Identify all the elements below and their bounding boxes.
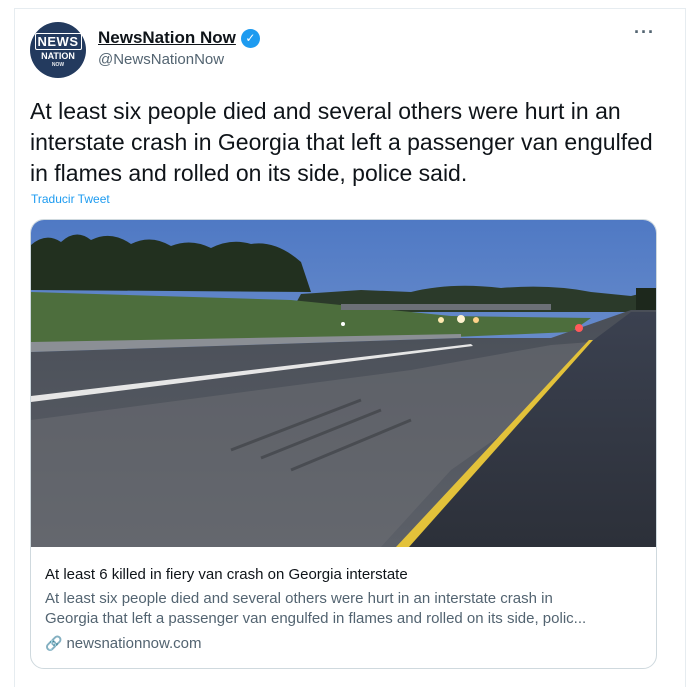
avatar-text-news: NEWS [34,32,82,50]
card-description-line: At least six people died and several oth… [45,590,553,607]
card-title[interactable]: At least 6 killed in fiery van crash on … [45,566,408,583]
card-description: At least six people died and several oth… [45,589,645,629]
card-description-line: Georgia that left a passenger van engulf… [45,610,587,627]
avatar-text-nation: NATION [41,50,75,61]
card-domain: newsnationnow.com [66,635,202,652]
verified-badge-icon: ✓ [240,28,260,48]
translate-tweet-link[interactable]: Traducir Tweet [31,192,110,206]
link-icon: 🔗 [45,635,63,651]
author-name-row: NewsNation Now ✓ [98,28,260,48]
more-options-icon[interactable]: ··· [634,22,655,43]
card-domain-link[interactable]: 🔗 newsnationnow.com [45,635,202,652]
avatar[interactable]: NEWS NATION NOW [30,22,86,78]
tweet-text: At least six people died and several oth… [30,98,653,186]
avatar-text-now: NOW [51,61,65,68]
author-display-name[interactable]: NewsNation Now [98,28,236,48]
link-preview-card[interactable]: At least 6 killed in fiery van crash on … [30,219,657,669]
author-handle[interactable]: @NewsNationNow [98,51,224,68]
card-image [31,220,656,547]
